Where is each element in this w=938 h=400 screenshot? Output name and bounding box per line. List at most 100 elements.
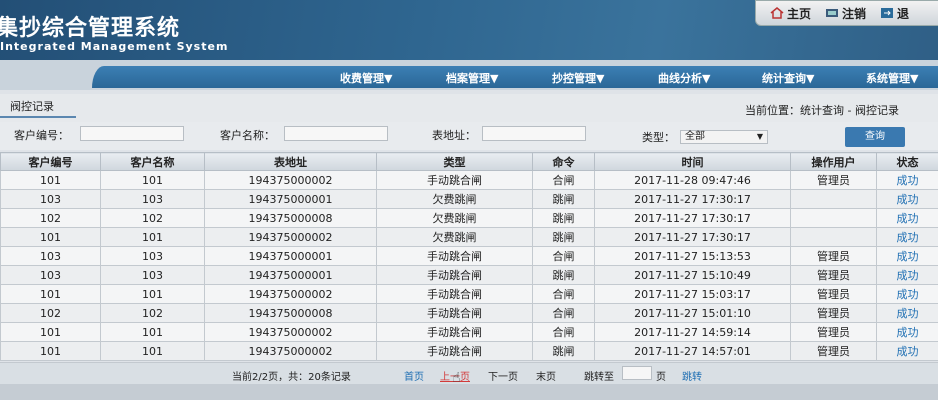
tab-valve-record[interactable]: 阀控记录	[10, 98, 54, 114]
cell-operator: 管理员	[790, 322, 877, 342]
meter-address-input[interactable]	[482, 126, 586, 141]
cell-status[interactable]: 成功	[876, 170, 938, 190]
nav-archive[interactable]: 档案管理▼	[446, 70, 498, 86]
cell-time: 2017-11-27 15:13:53	[594, 246, 791, 266]
cell-status[interactable]: 成功	[876, 246, 938, 266]
table-row: 101 101 194375000002 欠费跳闸 跳闸 2017-11-27 17:30…	[0, 227, 938, 247]
cell-status[interactable]: 成功	[876, 189, 938, 209]
cell-type: 手动跳合闸	[376, 170, 533, 190]
type-select-value: 全部	[685, 131, 705, 142]
cell-command: 合闸	[532, 322, 595, 342]
jump-button[interactable]: 跳转	[682, 368, 702, 383]
cell-meter-address: 194375000008	[204, 208, 377, 228]
col-meter-address: 表地址	[204, 152, 377, 171]
table-row: 103 103 194375000001 手动跳合闸 合闸 2017-11-27 15:1…	[0, 246, 938, 266]
jump-page-input[interactable]	[622, 366, 652, 380]
exit-icon	[880, 7, 894, 19]
cell-time: 2017-11-28 09:47:46	[594, 170, 791, 190]
cell-type: 欠费跳闸	[376, 208, 533, 228]
cell-operator: 管理员	[790, 341, 877, 361]
cell-status[interactable]: 成功	[876, 208, 938, 228]
cell-customer-no: 101	[0, 322, 101, 342]
cell-command: 跳闸	[532, 265, 595, 285]
cell-customer-no: 102	[0, 303, 101, 323]
nav-system[interactable]: 系统管理▼	[866, 70, 918, 86]
bottom-bar	[0, 384, 938, 400]
cell-status[interactable]: 成功	[876, 341, 938, 361]
table-header-row: 客户编号 客户名称 表地址 类型 命令 时间 操作用户 状态	[0, 152, 938, 171]
cell-customer-no: 103	[0, 265, 101, 285]
customer-name-label: 客户名称：	[220, 129, 275, 142]
cell-customer-name: 103	[100, 189, 205, 209]
cell-customer-no: 103	[0, 189, 101, 209]
main-nav: 收费管理▼ 档案管理▼ 抄控管理▼ 曲线分析▼ 统计查询▼ 系统管理▼	[92, 66, 938, 88]
chevron-down-icon: ▼	[756, 132, 763, 141]
col-status: 状态	[876, 152, 938, 171]
cell-command: 合闸	[532, 303, 595, 323]
nav-billing[interactable]: 收费管理▼	[340, 70, 392, 86]
home-link[interactable]: 主页	[770, 5, 811, 22]
cell-operator: 管理员	[790, 246, 877, 266]
cell-time: 2017-11-27 15:03:17	[594, 284, 791, 304]
app-title: 集抄综合管理系统	[0, 16, 181, 41]
nav-curve-analysis[interactable]: 曲线分析▼	[658, 70, 710, 86]
cell-time: 2017-11-27 17:30:17	[594, 189, 791, 209]
last-page-link[interactable]: 末页	[536, 368, 556, 383]
logout-icon	[825, 7, 839, 19]
type-select[interactable]: 全部 ▼	[680, 130, 768, 144]
meter-address-label: 表地址：	[432, 129, 476, 142]
query-button[interactable]: 查询	[845, 127, 905, 147]
table-row: 101 101 194375000002 手动跳合闸 合闸 2017-11-28 09:4…	[0, 170, 938, 190]
next-page-link[interactable]: 下一页	[488, 368, 518, 383]
cell-time: 2017-11-27 17:30:17	[594, 208, 791, 228]
col-operator: 操作用户	[790, 152, 877, 171]
home-icon	[770, 7, 784, 19]
page-info: 当前2/2页，共：20条记录	[232, 372, 351, 383]
cell-meter-address: 194375000001	[204, 246, 377, 266]
cell-customer-no: 101	[0, 227, 101, 247]
exit-link[interactable]: 退	[880, 5, 909, 22]
breadcrumb: 当前位置：统计查询 - 阀控记录	[745, 104, 899, 117]
nav-statistics[interactable]: 统计查询▼	[762, 70, 814, 86]
cell-command: 跳闸	[532, 341, 595, 361]
customer-no-label: 客户编号：	[14, 129, 69, 142]
cell-customer-no: 101	[0, 284, 101, 304]
cell-time: 2017-11-27 14:59:14	[594, 322, 791, 342]
cell-meter-address: 194375000002	[204, 227, 377, 247]
cell-customer-name: 102	[100, 208, 205, 228]
cell-status[interactable]: 成功	[876, 322, 938, 342]
cell-customer-no: 102	[0, 208, 101, 228]
cell-operator: 管理员	[790, 170, 877, 190]
cell-status[interactable]: 成功	[876, 303, 938, 323]
exit-link-label: 退	[897, 6, 910, 21]
cell-command: 跳闸	[532, 208, 595, 228]
cell-command: 合闸	[532, 246, 595, 266]
cell-command: 跳闸	[532, 227, 595, 247]
cell-command: 跳闸	[532, 189, 595, 209]
cell-customer-name: 101	[100, 322, 205, 342]
cell-time: 2017-11-27 15:10:49	[594, 265, 791, 285]
cell-customer-name: 102	[100, 303, 205, 323]
home-link-label: 主页	[787, 6, 812, 21]
table-row: 102 102 194375000008 手动跳合闸 合闸 2017-11-27 15:0…	[0, 303, 938, 323]
customer-no-input[interactable]	[80, 126, 184, 141]
cell-status[interactable]: 成功	[876, 284, 938, 304]
cell-status[interactable]: 成功	[876, 265, 938, 285]
customer-name-input[interactable]	[284, 126, 388, 141]
logout-link[interactable]: 注销	[825, 5, 866, 22]
logout-link-label: 注销	[842, 6, 867, 21]
cell-status[interactable]: 成功	[876, 227, 938, 247]
table-row: 101 101 194375000002 手动跳合闸 跳闸 2017-11-27 14:5…	[0, 341, 938, 361]
nav-meter-control[interactable]: 抄控管理▼	[552, 70, 604, 86]
top-links: 主页 注销 退	[755, 0, 938, 26]
cell-type: 手动跳合闸	[376, 265, 533, 285]
cell-meter-address: 194375000008	[204, 303, 377, 323]
col-time: 时间	[594, 152, 791, 171]
first-page-link[interactable]: 首页	[404, 368, 424, 383]
table-row: 103 103 194375000001 手动跳合闸 跳闸 2017-11-27 15:1…	[0, 265, 938, 285]
cell-type: 手动跳合闸	[376, 246, 533, 266]
cell-time: 2017-11-27 14:57:01	[594, 341, 791, 361]
page-unit-label: 页	[656, 372, 666, 383]
cell-type: 手动跳合闸	[376, 303, 533, 323]
valve-record-table: 客户编号 客户名称 表地址 类型 命令 时间 操作用户 状态 101 101 194…	[0, 152, 938, 361]
